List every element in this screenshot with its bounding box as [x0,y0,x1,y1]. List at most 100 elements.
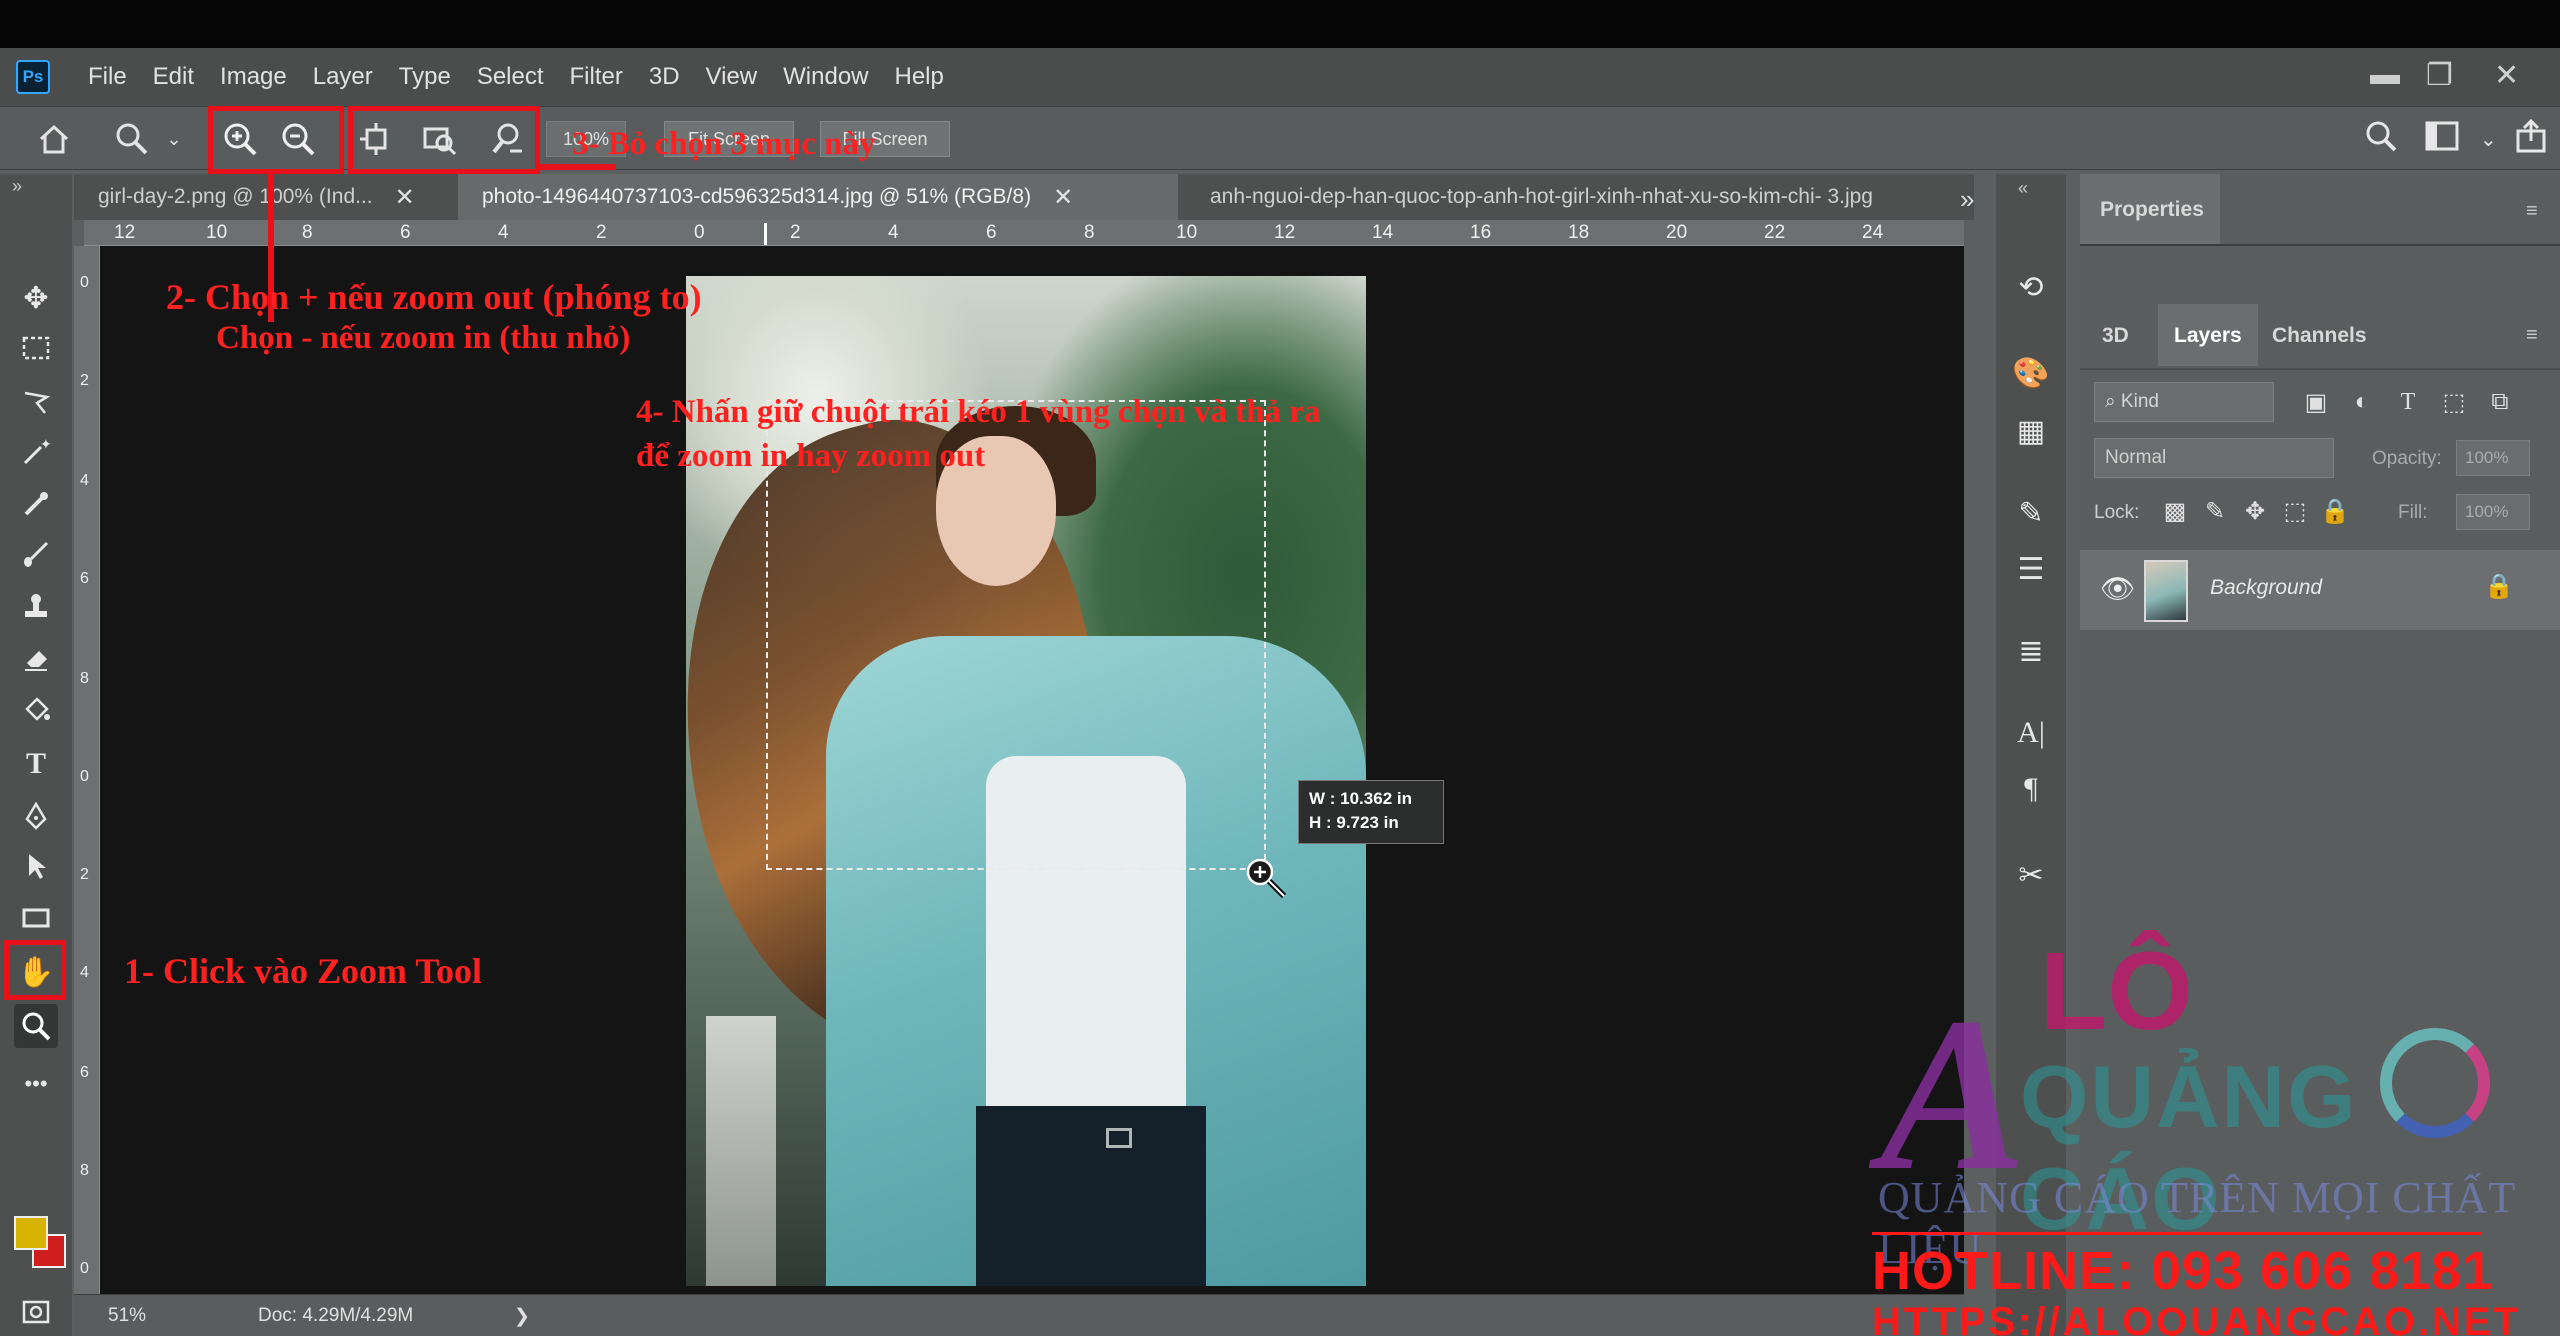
menu-select[interactable]: Select [477,63,544,91]
zoom-tool-button[interactable] [14,1004,58,1048]
annotation-pointer-line [536,164,616,170]
panel-menu-icon[interactable]: ≡ [2526,200,2538,223]
watermark-logo: A LÔ QUẢNG CÁO QUẢNG CÁO TRÊN MỌI CHẤT L… [1850,928,2550,1336]
blend-mode-select[interactable]: Normal [2094,438,2334,478]
tab-properties[interactable]: Properties [2100,198,2204,222]
chevron-down-icon[interactable]: ⌄ [154,119,194,159]
share-icon[interactable] [2514,118,2550,163]
tab-layers[interactable]: Layers [2174,324,2242,348]
adjustment-filter-icon[interactable]: ◐ [2346,386,2378,418]
color-palette-icon[interactable]: 🎨 [2010,352,2052,394]
menu-view[interactable]: View [706,63,758,91]
ruler-label: 4 [80,472,89,489]
readout-width: W : 10.362 in [1309,789,1412,808]
lock-artboard-icon[interactable]: ⬚ [2280,496,2310,526]
more-tabs-icon[interactable]: » [1960,184,1974,215]
brush-tool-icon[interactable] [14,532,58,576]
home-icon[interactable] [34,119,74,159]
menu-help[interactable]: Help [895,63,944,91]
layer-row-background[interactable]: 👁 Background 🔒 [2080,550,2560,630]
quick-mask-icon[interactable] [14,1290,58,1334]
lasso-tool-icon[interactable] [14,380,58,424]
pen-tool-icon[interactable] [14,794,58,838]
close-tab-icon[interactable]: ✕ [395,183,415,212]
status-arrow-icon[interactable]: ❯ [514,1305,530,1328]
opacity-field[interactable]: 100% [2456,440,2530,476]
adjustments-sliders-icon[interactable]: ☰ [2010,548,2052,590]
tab-label: photo-1496440737103-cd596325d314.jpg @ 5… [482,185,1032,208]
layer-kind-filter[interactable]: ⌕ Kind [2094,382,2274,422]
ruler-label: 4 [498,222,509,243]
fill-field[interactable]: 100% [2456,494,2530,530]
marquee-tool-icon[interactable] [14,326,58,370]
tools-preset-icon[interactable]: ✂ [2010,854,2052,896]
close-tab-icon[interactable]: ✕ [1053,183,1073,212]
tab-girl-day-2[interactable]: girl-day-2.png @ 100% (Ind... ✕ [74,174,446,220]
menu-image[interactable]: Image [220,63,287,91]
shape-filter-icon[interactable]: ⬚ [2438,386,2470,418]
ruler-label: 6 [400,222,411,243]
menu-file[interactable]: File [88,63,127,91]
close-icon[interactable]: ✕ [2494,58,2519,93]
character-icon[interactable]: A| [2010,712,2052,754]
eraser-icon[interactable] [14,636,58,680]
swatches-grid-icon[interactable]: ▦ [2010,410,2052,452]
opacity-label: Opacity: [2372,448,2442,469]
tab-channels[interactable]: Channels [2272,324,2367,348]
visibility-eye-icon[interactable]: 👁 [2100,572,2136,605]
history-icon[interactable]: ⟲ [2010,266,2052,308]
layer-name[interactable]: Background [2210,576,2322,600]
menu-layer[interactable]: Layer [313,63,373,91]
tab-photo-1496440737103[interactable]: photo-1496440737103-cd596325d314.jpg @ 5… [458,174,1178,220]
ruler-label: 0 [694,222,705,243]
ruler-label: 0 [80,768,89,785]
ruler-label: 12 [114,222,136,243]
more-tools-icon[interactable]: ••• [14,1062,58,1106]
menu-filter[interactable]: Filter [570,63,623,91]
search-icon[interactable] [2364,119,2398,161]
minimize-icon[interactable]: ▬ [2370,58,2400,92]
magic-wand-icon[interactable]: ✦ [14,430,58,474]
smart-object-filter-icon[interactable]: ⧉ [2484,386,2516,418]
paragraph-styles-icon[interactable]: ≣ [2010,630,2052,672]
layers-panel-menu-icon[interactable]: ≡ [2526,324,2538,347]
annotation-step-2-line-2: Chọn - nếu zoom in (thu nhỏ) [216,320,631,356]
lock-transparent-icon[interactable]: ▩ [2160,496,2190,526]
fill-label: Fill: [2398,502,2428,523]
horizontal-ruler: 12 10 8 6 4 2 0 2 4 6 8 10 12 14 16 18 2… [84,220,1964,246]
foreground-color-swatch[interactable] [14,1216,48,1250]
menu-type[interactable]: Type [399,63,451,91]
menu-3d[interactable]: 3D [649,63,680,91]
status-zoom[interactable]: 51% [108,1305,146,1327]
rectangle-tool-icon[interactable] [14,896,58,940]
collapse-toolbox-icon[interactable]: » [12,176,22,197]
menu-window[interactable]: Window [783,63,868,91]
selection-size-readout: W : 10.362 in H : 9.723 in [1298,780,1444,844]
lock-position-icon[interactable]: ✥ [2240,496,2270,526]
lock-all-icon[interactable]: 🔒 [2320,496,2350,526]
eyedropper-icon[interactable] [14,482,58,526]
zoom-tool-icon[interactable] [112,119,152,159]
type-filter-icon[interactable]: T [2392,386,2424,418]
type-tool-icon[interactable]: T [14,742,58,786]
menu-edit[interactable]: Edit [153,63,194,91]
collapse-panels-icon[interactable]: « [2018,178,2028,199]
paragraph-icon[interactable]: ¶ [2010,768,2052,810]
tab-3d[interactable]: 3D [2102,324,2129,348]
stamp-tool-icon[interactable] [14,584,58,628]
lock-image-icon[interactable]: ✎ [2200,496,2230,526]
zoom-in-cursor-icon [1244,856,1288,900]
workspace-chevron-icon[interactable]: ⌄ [2480,127,2497,152]
tab-anh-nguoi-dep[interactable]: anh-nguoi-dep-han-quoc-top-anh-hot-girl-… [1186,174,1966,220]
pixel-filter-icon[interactable]: ▣ [2300,386,2332,418]
paint-bucket-icon[interactable] [14,688,58,732]
path-selection-icon[interactable] [14,844,58,888]
layer-lock-icon[interactable]: 🔒 [2484,572,2514,601]
move-tool-icon[interactable]: ✥ [14,276,58,320]
restore-icon[interactable]: ❐ [2426,58,2453,93]
annotation-step-3: 3- Bỏ chọn 3 mục này [572,126,876,162]
annotation-step-2-line-1: 2- Chọn + nếu zoom out (phóng to) [166,277,702,317]
brush-settings-icon[interactable]: ✎ [2010,492,2052,534]
menu-bar: Ps File Edit Image Layer Type Select Fil… [0,48,2560,106]
workspace-icon[interactable] [2424,119,2464,161]
